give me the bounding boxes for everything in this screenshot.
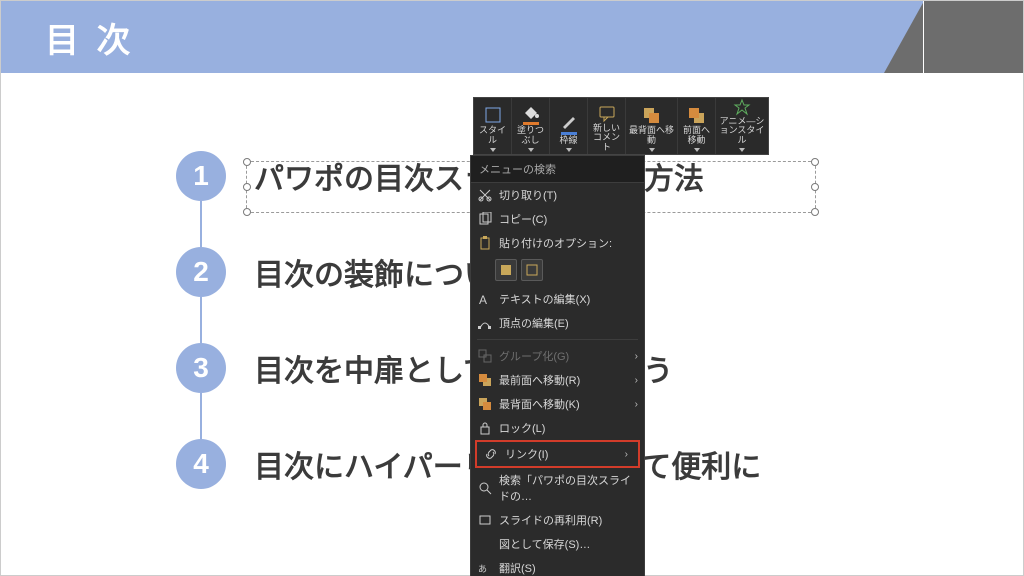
toc-row: 1 パワポの目次スライドの作成方法 [176, 151, 761, 201]
slide-icon [477, 512, 493, 528]
ctx-edit-text[interactable]: A テキストの編集(X) [471, 287, 644, 311]
animation-style-button[interactable]: アニメ―ションスタイル [716, 98, 768, 154]
send-back-icon [477, 396, 493, 412]
context-menu: メニューの検索 切り取り(T) コピー(C) 貼り付けのオプション: A テキス… [470, 155, 645, 576]
toc-list: 1 パワポの目次スライドの作成方法 2 目次の装飾について 3 目次を中扉として… [176, 151, 761, 535]
style-button[interactable]: スタイル [474, 98, 512, 154]
ctx-save-as-picture[interactable]: 図として保存(S)… [471, 532, 644, 556]
svg-text:A: A [479, 293, 487, 306]
menu-search-input[interactable]: メニューの検索 [471, 156, 644, 183]
svg-text:あ: あ [478, 564, 487, 574]
ctx-paste-options-label: 貼り付けのオプション: [471, 231, 644, 255]
resize-handle[interactable] [811, 183, 819, 191]
send-back-icon [642, 105, 662, 125]
toc-row: 3 目次を中扉として使いましょう [176, 343, 761, 393]
edit-points-icon [477, 315, 493, 331]
corner-decoration [913, 1, 1023, 73]
ctx-send-back[interactable]: 最背面へ移動(K)› [471, 392, 644, 416]
paste-option-2[interactable] [521, 259, 543, 281]
style-icon [483, 105, 503, 125]
link-icon [483, 446, 499, 462]
send-to-back-button[interactable]: 最背面へ移動 [626, 98, 678, 154]
comment-icon [597, 103, 617, 123]
bucket-icon [521, 102, 541, 121]
fill-button[interactable]: 塗りつぶし [512, 98, 550, 154]
outline-button[interactable]: 枠線 [550, 98, 588, 154]
lock-icon [477, 420, 493, 436]
bring-front-icon [687, 105, 707, 125]
ctx-translate[interactable]: あ 翻訳(S) [471, 556, 644, 576]
pen-icon [559, 111, 579, 131]
title-bar: 目 次 [1, 1, 1023, 73]
ctx-copy[interactable]: コピー(C) [471, 207, 644, 231]
translate-icon: あ [477, 560, 493, 576]
ctx-search-slide[interactable]: 検索「パワポの目次スライドの… [471, 468, 644, 508]
bring-front-icon [477, 372, 493, 388]
new-comment-button[interactable]: 新しいコメント [588, 98, 626, 154]
page-title: 目 次 [45, 13, 134, 62]
ctx-group: グループ化(G)› [471, 344, 644, 368]
mini-toolbar: スタイル 塗りつぶし 枠線 新しいコメント 最背面へ移動 前面へ移動 アニメ―シ… [473, 97, 769, 155]
star-icon [732, 98, 752, 116]
toc-number-badge: 3 [176, 343, 226, 393]
copy-icon [477, 211, 493, 227]
ctx-edit-points[interactable]: 頂点の編集(E) [471, 311, 644, 335]
resize-handle[interactable] [811, 158, 819, 166]
ctx-bring-front[interactable]: 最前面へ移動(R)› [471, 368, 644, 392]
ctx-reuse-slide[interactable]: スライドの再利用(R) [471, 508, 644, 532]
ctx-cut[interactable]: 切り取り(T) [471, 183, 644, 207]
search-icon [477, 480, 493, 496]
toc-row: 2 目次の装飾について [176, 247, 761, 297]
toc-number-badge: 4 [176, 439, 226, 489]
edit-text-icon: A [477, 291, 493, 307]
resize-handle[interactable] [811, 208, 819, 216]
paste-option-1[interactable] [495, 259, 517, 281]
clipboard-icon [477, 235, 493, 251]
toc-number-badge: 1 [176, 151, 226, 201]
toc-row: 4 目次にハイパーリンクを貼って便利に [176, 439, 761, 489]
toc-number-badge: 2 [176, 247, 226, 297]
scissors-icon [477, 187, 493, 203]
ctx-lock[interactable]: ロック(L) [471, 416, 644, 440]
ctx-link-highlighted[interactable]: リンク(I)› [475, 440, 640, 468]
group-icon [477, 348, 493, 364]
bring-to-front-button[interactable]: 前面へ移動 [678, 98, 716, 154]
